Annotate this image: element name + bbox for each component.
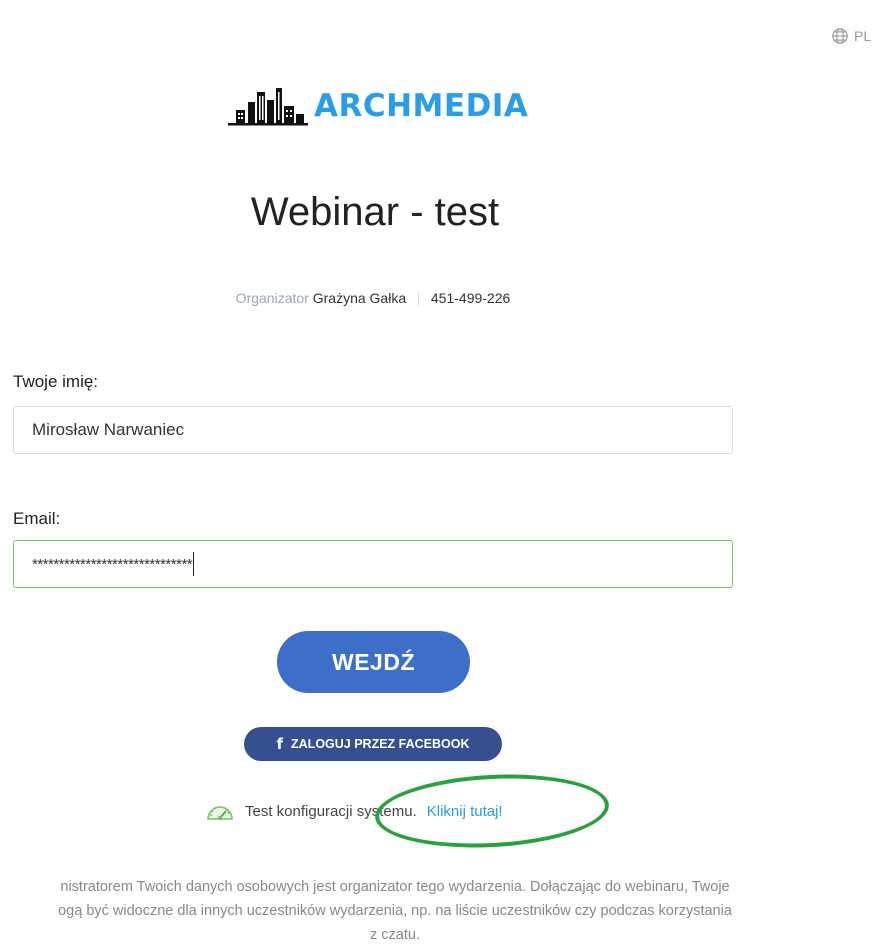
name-value: Mirosław Narwaniec [32, 420, 185, 439]
name-label: Twoje imię: [13, 372, 99, 391]
email-value: ****************************** [32, 555, 193, 573]
name-field[interactable]: Mirosław Narwaniec [13, 406, 733, 454]
brand-name: ARCHMEDIA [314, 88, 529, 124]
language-selector[interactable]: PL [831, 27, 871, 45]
brand-logo: ARCHMEDIA [228, 86, 528, 126]
event-id: 451-499-226 [430, 290, 511, 306]
organizer-label: Organizator [235, 290, 309, 306]
organizer-info: Organizator Grażyna Gałka 451-499-226 [0, 290, 746, 307]
language-code: PL [854, 28, 872, 44]
facebook-login-label: ZALOGUJ PRZEZ FACEBOOK [291, 737, 470, 751]
divider [418, 292, 419, 307]
facebook-login-button[interactable]: f ZALOGUJ PRZEZ FACEBOOK [244, 727, 502, 761]
disclaimer-line: ogą być widoczne dla innych uczestników … [58, 903, 732, 919]
disclaimer-line: z czatu. [370, 927, 420, 943]
email-label: Email: [13, 509, 61, 528]
privacy-disclaimer: nistratorem Twoich danych osobowych jest… [0, 875, 820, 947]
speedometer-icon [207, 806, 233, 821]
text-caret [193, 552, 195, 576]
email-field[interactable]: ****************************** [13, 540, 733, 588]
facebook-icon: f [276, 735, 284, 753]
disclaimer-line: nistratorem Twoich danych osobowych jest… [60, 879, 730, 895]
enter-button[interactable]: WEJDŹ [277, 631, 470, 693]
globe-icon [832, 28, 848, 44]
highlight-annotation [373, 768, 611, 854]
city-buildings-icon [228, 88, 308, 126]
page-title: Webinar - test [250, 190, 500, 234]
organizer-name: Grażyna Gałka [312, 290, 407, 306]
